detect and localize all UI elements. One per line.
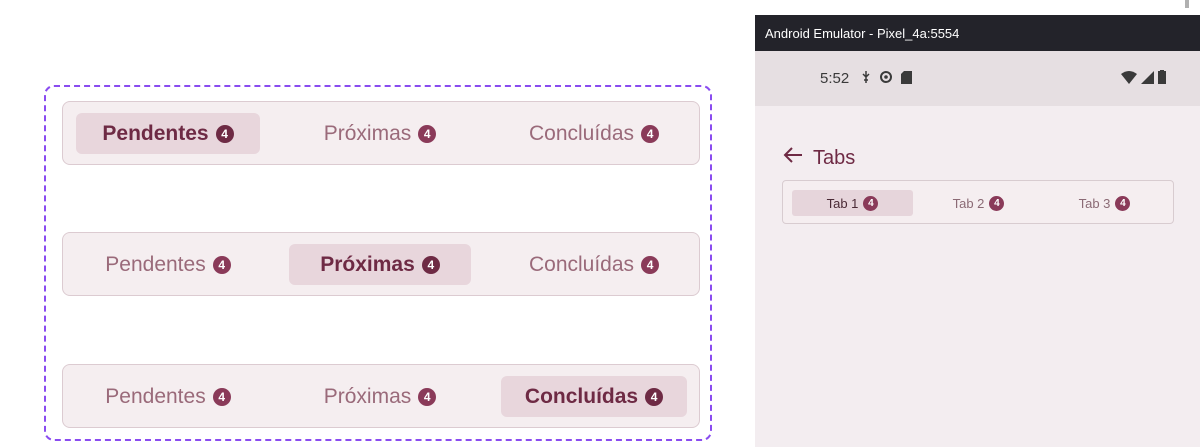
app-bar: Tabs xyxy=(783,143,855,173)
count-badge: 4 xyxy=(418,124,437,143)
tab-label: Tab 2 xyxy=(952,195,985,211)
tab-label: Tab 3 xyxy=(1078,195,1111,211)
count-badge: 4 xyxy=(645,387,664,406)
status-time: 5:52 xyxy=(820,70,850,87)
sd-card-icon xyxy=(901,70,912,87)
tab-concluidas[interactable]: Concluídas 4 xyxy=(501,244,687,285)
emulator-window: Android Emulator - Pixel_4a:5554 5:52 Ta… xyxy=(755,15,1200,447)
emulator-tab-bar: Tab 14 Tab 24 Tab 34 xyxy=(782,180,1174,224)
tab-label: Pendentes xyxy=(105,384,206,408)
count-badge: 4 xyxy=(1115,195,1131,211)
tab-bar-variant-1: Pendentes 4 Próximas 4 Concluídas 4 xyxy=(62,101,700,165)
tab-pendentes[interactable]: Pendentes 4 xyxy=(76,244,260,285)
tab-concluidas[interactable]: Concluídas 4 xyxy=(501,376,687,417)
tab-bar-variant-2: Pendentes 4 Próximas 4 Concluídas 4 xyxy=(62,232,700,296)
tab-label: Concluídas xyxy=(528,121,635,145)
tab-proximas[interactable]: Próximas 4 xyxy=(289,113,471,154)
count-badge: 4 xyxy=(641,255,660,274)
window-title: Android Emulator - Pixel_4a:5554 xyxy=(765,25,960,41)
count-badge: 4 xyxy=(641,124,660,143)
tab-pendentes[interactable]: Pendentes 4 xyxy=(76,376,260,417)
status-icons-right xyxy=(1121,51,1166,106)
status-icons-left xyxy=(861,51,912,106)
tab-label: Próximas xyxy=(320,252,415,276)
tab-label: Próximas xyxy=(323,384,412,408)
signal-icon xyxy=(1141,70,1154,87)
count-badge: 4 xyxy=(863,195,879,211)
tab-proximas[interactable]: Próximas 4 xyxy=(289,376,471,417)
tab-label: Pendentes xyxy=(102,121,209,145)
scrollbar-thumb[interactable] xyxy=(1185,0,1189,8)
count-badge: 4 xyxy=(989,195,1005,211)
tab-concluidas[interactable]: Concluídas 4 xyxy=(501,113,687,154)
tab-label: Concluídas xyxy=(528,252,635,276)
battery-icon xyxy=(1158,70,1166,87)
app-bar-title: Tabs xyxy=(813,146,856,169)
count-badge: 4 xyxy=(421,255,440,274)
tab-bar-variant-3: Pendentes 4 Próximas 4 Concluídas 4 xyxy=(62,364,700,428)
tab-label: Pendentes xyxy=(105,252,206,276)
tab-2[interactable]: Tab 24 xyxy=(918,190,1039,216)
settings-icon xyxy=(879,70,893,87)
tab-label: Tab 1 xyxy=(826,195,859,211)
design-frame: Pendentes 4 Próximas 4 Concluídas 4 Pendent… xyxy=(44,85,712,441)
count-badge: 4 xyxy=(212,255,231,274)
wifi-icon xyxy=(1121,70,1137,87)
count-badge: 4 xyxy=(418,387,437,406)
android-status-bar: 5:52 xyxy=(755,51,1200,106)
tab-pendentes[interactable]: Pendentes 4 xyxy=(76,113,260,154)
tab-1[interactable]: Tab 14 xyxy=(792,190,913,216)
tab-proximas[interactable]: Próximas 4 xyxy=(289,244,471,285)
tab-label: Próximas xyxy=(323,121,412,145)
emulator-titlebar[interactable]: Android Emulator - Pixel_4a:5554 xyxy=(755,15,1200,51)
count-badge: 4 xyxy=(215,124,234,143)
tab-3[interactable]: Tab 34 xyxy=(1044,190,1165,216)
back-arrow-icon[interactable] xyxy=(783,146,803,170)
usb-debug-icon xyxy=(861,70,871,87)
tab-label: Concluídas xyxy=(524,384,639,408)
count-badge: 4 xyxy=(212,387,231,406)
